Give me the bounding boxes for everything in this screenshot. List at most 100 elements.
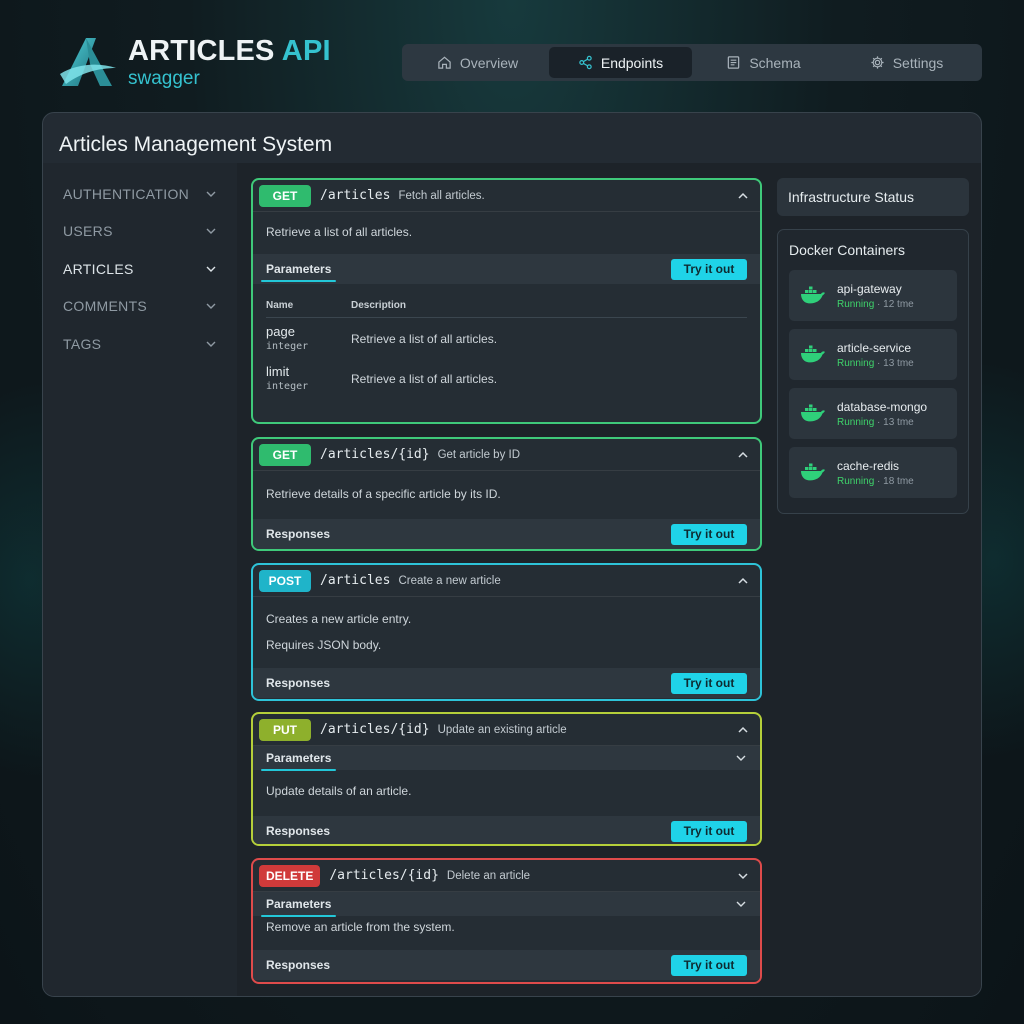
- responses-label[interactable]: Responses: [266, 676, 330, 690]
- endpoint-description: Retrieve a list of all articles.: [266, 225, 413, 239]
- sidebar-item-tags[interactable]: TAGS: [43, 325, 237, 363]
- brand-logo-icon: [60, 38, 116, 86]
- brand-subtitle: swagger: [128, 67, 200, 89]
- docker-whale-icon: [801, 286, 825, 303]
- docker-whale-icon: [801, 345, 825, 362]
- share-icon: [579, 55, 592, 70]
- param-description: Retrieve a list of all articles.: [351, 332, 498, 346]
- chevron-down-icon: [206, 341, 216, 347]
- table-header: Name Description: [266, 284, 747, 318]
- tab-endpoints[interactable]: Endpoints: [549, 47, 692, 78]
- responses-bar: Responses Try it out: [253, 668, 760, 698]
- chevron-up-icon[interactable]: [736, 448, 750, 462]
- parameters-tab[interactable]: Parameters: [260, 897, 337, 917]
- chevron-up-icon[interactable]: [736, 189, 750, 203]
- container-name: database-mongo: [837, 399, 928, 414]
- parameters-bar: Parameters Try it out: [253, 254, 760, 284]
- brand-title: ARTICLES API: [128, 35, 331, 68]
- main-panel: Articles Management System AUTHENTICATIO…: [42, 112, 982, 997]
- endpoint-description: Update details of an article.: [266, 784, 412, 798]
- endpoint-description: Retrieve details of a specific article b…: [266, 487, 501, 501]
- parameters-tab[interactable]: Parameters: [260, 262, 337, 282]
- tab-settings[interactable]: Settings: [835, 47, 978, 78]
- docker-containers-title: Docker Containers: [789, 242, 905, 258]
- endpoint-summary: Delete an article: [446, 869, 531, 882]
- container-name: article-service: [837, 340, 912, 355]
- method-badge: GET: [259, 184, 311, 207]
- try-it-out-button[interactable]: Try it out: [671, 672, 747, 694]
- method-badge: POST: [259, 569, 311, 592]
- parameters-tab[interactable]: Parameters: [260, 751, 337, 771]
- page-title: Articles Management System: [59, 133, 333, 156]
- responses-label[interactable]: Responses: [266, 527, 330, 541]
- chevron-up-icon[interactable]: [736, 574, 750, 588]
- endpoint-put-article: PUT /articles/{id} Update an existing ar…: [251, 712, 762, 846]
- chevron-down-icon[interactable]: [735, 898, 747, 910]
- param-name: page: [266, 324, 295, 339]
- endpoint-header[interactable]: PUT /articles/{id} Update an existing ar…: [253, 714, 760, 746]
- parameters-bar: Parameters: [253, 892, 760, 917]
- endpoint-path: /articles/{id}: [320, 447, 430, 462]
- chevron-down-icon: [206, 228, 216, 235]
- document-icon: [728, 56, 740, 69]
- table-row: limit integer Retrieve a list of all art…: [266, 358, 747, 398]
- try-it-out-button[interactable]: Try it out: [671, 523, 747, 545]
- table-row: page integer Retrieve a list of all arti…: [266, 318, 747, 358]
- try-it-out-button[interactable]: Try it out: [671, 820, 747, 842]
- docker-whale-icon: [801, 404, 825, 421]
- container-card-cache-redis[interactable]: cache-redis Running · 18 tme: [789, 447, 957, 498]
- sidebar-item-users[interactable]: USERS: [43, 213, 237, 251]
- endpoint-summary: Fetch all articles.: [398, 189, 485, 202]
- container-status: Running · 18 tme: [837, 475, 914, 487]
- method-badge: PUT: [259, 718, 311, 741]
- endpoint-post-articles: POST /articles Create a new article Crea…: [251, 563, 762, 701]
- endpoint-summary: Create a new article: [398, 574, 501, 587]
- container-status: Running · 13 tme: [837, 416, 914, 428]
- responses-bar: Responses Try it out: [253, 816, 760, 844]
- endpoint-delete-article: DELETE /articles/{id} Delete an article …: [251, 858, 762, 984]
- sidebar-item-articles[interactable]: ARTICLES: [43, 250, 237, 288]
- endpoint-get-article-by-id: GET /articles/{id} Get article by ID Ret…: [251, 437, 762, 551]
- docker-containers-panel: Docker Containers api-gateway Running · …: [777, 229, 969, 514]
- container-name: api-gateway: [837, 281, 902, 296]
- endpoint-header[interactable]: DELETE /articles/{id} Delete an article: [253, 860, 760, 892]
- param-type: integer: [266, 341, 309, 352]
- endpoint-header[interactable]: GET /articles Fetch all articles.: [253, 180, 760, 212]
- gear-icon: [871, 56, 884, 69]
- responses-bar: Responses Try it out: [253, 950, 760, 980]
- container-card-api-gateway[interactable]: api-gateway Running · 12 tme: [789, 270, 957, 321]
- method-badge: DELETE: [259, 864, 321, 887]
- chevron-down-icon[interactable]: [735, 752, 747, 764]
- container-status: Running · 13 tme: [837, 357, 914, 369]
- try-it-out-button[interactable]: Try it out: [671, 954, 747, 976]
- tab-schema[interactable]: Schema: [692, 47, 835, 78]
- endpoint-path: /articles/{id}: [329, 868, 439, 883]
- sidebar-item-comments[interactable]: COMMENTS: [43, 288, 237, 326]
- endpoint-description: Creates a new article entry.: [266, 612, 412, 626]
- chevron-up-icon[interactable]: [736, 723, 750, 737]
- method-badge: GET: [259, 443, 311, 466]
- infrastructure-status-header[interactable]: Infrastructure Status: [777, 178, 969, 216]
- tab-overview[interactable]: Overview: [406, 47, 549, 78]
- endpoint-header[interactable]: GET /articles/{id} Get article by ID: [253, 439, 760, 471]
- chevron-down-icon: [206, 303, 216, 310]
- parameters-bar: Parameters: [253, 746, 760, 771]
- brand-logo: ARTICLES API swagger: [56, 34, 331, 92]
- container-card-database-mongo[interactable]: database-mongo Running · 13 tme: [789, 388, 957, 439]
- home-icon: [438, 56, 451, 69]
- chevron-down-icon: [206, 266, 216, 272]
- responses-bar: Responses Try it out: [253, 519, 760, 549]
- parameters-table: Name Description page integer Retrieve a…: [253, 284, 760, 398]
- container-card-article-service[interactable]: article-service Running · 13 tme: [789, 329, 957, 380]
- responses-label[interactable]: Responses: [266, 824, 330, 838]
- container-status: Running · 12 tme: [837, 298, 914, 310]
- sidebar-item-authentication[interactable]: AUTHENTICATION: [43, 175, 237, 213]
- chevron-down-icon[interactable]: [736, 869, 750, 883]
- endpoint-summary: Update an existing article: [437, 723, 567, 736]
- endpoint-description-note: Requires JSON body.: [266, 638, 382, 652]
- responses-label[interactable]: Responses: [266, 958, 330, 972]
- endpoint-header[interactable]: POST /articles Create a new article: [253, 565, 760, 597]
- try-it-out-button[interactable]: Try it out: [671, 258, 747, 280]
- sidebar: AUTHENTICATION USERS ARTICLES COMMENTS T…: [43, 163, 237, 996]
- top-nav: Overview Endpoints Schema Settings: [402, 44, 982, 81]
